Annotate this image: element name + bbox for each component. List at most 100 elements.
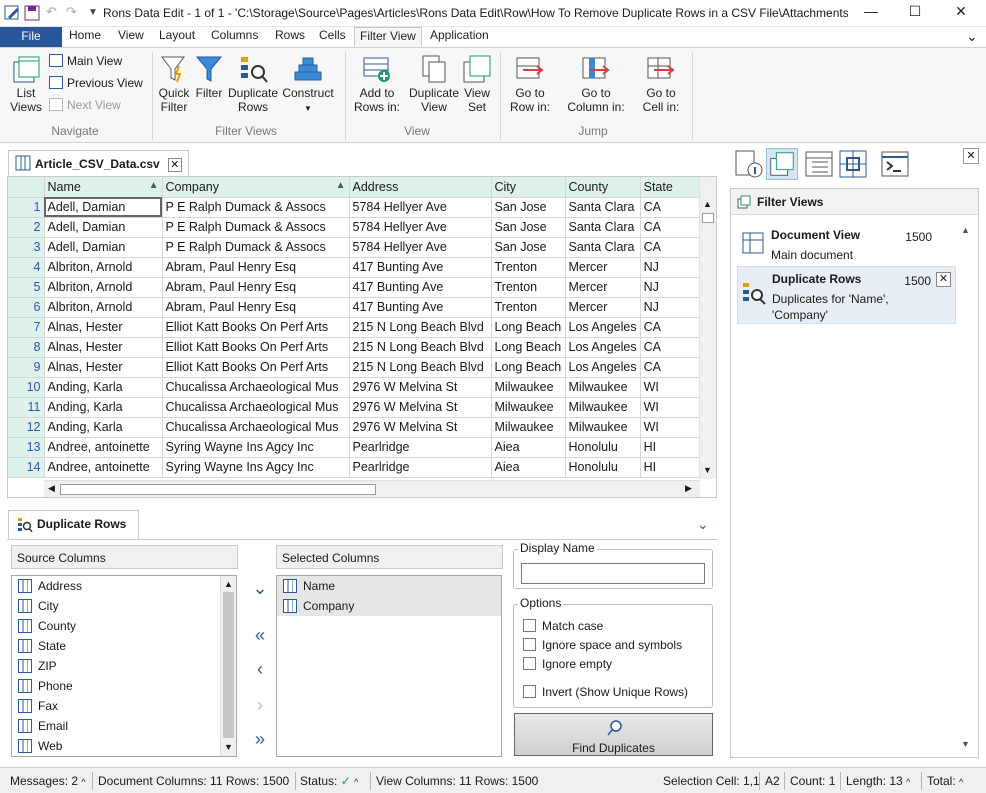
selected-columns-list[interactable]: Name Company (276, 575, 502, 757)
table-row[interactable]: 3 Adell, Damian P E Ralph Dumack & Assocs 5… (8, 237, 703, 258)
scroll-down-icon[interactable]: ▼ (703, 465, 712, 475)
add-button[interactable]: › (248, 693, 272, 717)
row-number[interactable]: 12 (8, 417, 45, 438)
table-cell[interactable]: Elliot Katt Books On Perf Arts (162, 337, 350, 358)
filter-button[interactable]: Filter (193, 54, 225, 100)
table-row[interactable]: 14 Andree, antoinette Syring Wayne Ins Agc… (8, 457, 703, 478)
scroll-up-icon[interactable]: ▲ (224, 579, 233, 589)
minimize-button[interactable]: — (856, 3, 886, 23)
table-cell[interactable]: Mercer (565, 277, 641, 298)
source-columns-list[interactable]: Address City County State ZIP Phone Fax … (11, 575, 237, 757)
table-cell[interactable]: Adell, Damian (44, 237, 163, 258)
tab-home[interactable]: Home (67, 27, 103, 47)
redo-icon[interactable]: ↷ (66, 4, 77, 20)
table-cell[interactable]: Syring Wayne Ins Agcy Inc (162, 437, 350, 458)
table-cell[interactable]: 2976 W Melvina St (349, 417, 492, 438)
table-cell[interactable]: Pearlridge (349, 437, 492, 458)
table-cell[interactable]: 5784 Hellyer Ave (349, 237, 492, 258)
column-header-county[interactable]: County (565, 177, 641, 198)
column-header-company[interactable]: Company ▲ (162, 177, 350, 198)
column-header-city[interactable]: City (491, 177, 566, 198)
find-duplicates-button[interactable]: Find Duplicates (514, 713, 713, 756)
columns-list-icon[interactable] (803, 148, 835, 180)
add-all-button[interactable]: » (248, 727, 272, 751)
table-row[interactable]: 12 Anding, Karla Chucalissa Archaeological… (8, 417, 703, 438)
remove-all-button[interactable]: « (248, 623, 272, 647)
list-item[interactable]: Address (12, 576, 236, 596)
table-cell[interactable]: Milwaukee (565, 377, 641, 398)
table-row[interactable]: 7 Alnas, Hester Elliot Katt Books On Perf … (8, 317, 703, 338)
close-button[interactable]: ✕ (946, 3, 976, 23)
collapse-panel-icon[interactable]: ⌄ (697, 516, 709, 533)
table-cell[interactable]: Adell, Damian (44, 217, 163, 238)
list-item[interactable]: City (12, 596, 236, 616)
table-cell[interactable]: Alnas, Hester (44, 337, 163, 358)
tab-rows[interactable]: Rows (273, 27, 307, 47)
row-number[interactable]: 3 (8, 237, 45, 258)
table-row[interactable]: 2 Adell, Damian P E Ralph Dumack & Assocs 5… (8, 217, 703, 238)
row-number[interactable]: 6 (8, 297, 45, 318)
status-indicator[interactable]: Status: ✓ ^ (300, 774, 358, 788)
table-row[interactable]: 10 Anding, Karla Chucalissa Archaeological… (8, 377, 703, 398)
row-number[interactable]: 8 (8, 337, 45, 358)
table-row[interactable]: 11 Anding, Karla Chucalissa Archaeological… (8, 397, 703, 418)
table-cell[interactable]: WI (640, 397, 703, 418)
table-cell[interactable]: 417 Bunting Ave (349, 257, 492, 278)
list-scrollbar[interactable]: ▲ ▼ (220, 576, 236, 756)
table-cell[interactable]: Abram, Paul Henry Esq (162, 277, 350, 298)
invert-checkbox[interactable]: Invert (Show Unique Rows) (523, 685, 688, 699)
row-number[interactable]: 9 (8, 357, 45, 378)
table-cell[interactable]: HI (640, 437, 703, 458)
cell-view-icon[interactable] (837, 148, 869, 180)
tab-columns[interactable]: Columns (209, 27, 260, 47)
row-number[interactable]: 14 (8, 457, 45, 478)
table-cell[interactable]: 417 Bunting Ave (349, 277, 492, 298)
table-cell[interactable]: CA (640, 337, 703, 358)
tab-file[interactable]: File (0, 27, 62, 47)
scrollbar-thumb[interactable] (702, 213, 714, 223)
table-row[interactable]: 8 Alnas, Hester Elliot Katt Books On Perf … (8, 337, 703, 358)
table-cell[interactable]: 215 N Long Beach Blvd (349, 337, 492, 358)
filter-view-item-duplicate-rows[interactable]: Duplicate Rows 1500 ✕ Duplicates for 'Na… (737, 266, 956, 324)
table-cell[interactable]: 5784 Hellyer Ave (349, 217, 492, 238)
table-cell[interactable]: Trenton (491, 277, 566, 298)
display-name-input[interactable] (521, 563, 705, 584)
table-cell[interactable]: Chucalissa Archaeological Mus (162, 377, 350, 398)
construct-button[interactable]: Construct ▼ (280, 54, 336, 116)
filter-view-item-document[interactable]: Document View 1500 Main document (737, 223, 956, 267)
table-row[interactable]: 5 Albriton, Arnold Abram, Paul Henry Esq 41… (8, 277, 703, 298)
document-tab[interactable]: Article_CSV_Data.csv ✕ (8, 150, 189, 176)
vertical-scrollbar[interactable]: ▲ ▼ (699, 177, 716, 479)
ignore-space-checkbox[interactable]: Ignore space and symbols (523, 638, 682, 652)
table-cell[interactable]: Elliot Katt Books On Perf Arts (162, 357, 350, 378)
table-cell[interactable]: 417 Bunting Ave (349, 297, 492, 318)
table-cell[interactable]: Andree, antoinette (44, 437, 163, 458)
table-cell[interactable]: Alnas, Hester (44, 357, 163, 378)
table-cell[interactable]: Adell, Damian (44, 197, 163, 218)
list-item[interactable]: Fax (12, 696, 236, 716)
table-cell[interactable]: Aiea (491, 457, 566, 478)
list-item[interactable]: State (12, 636, 236, 656)
row-number[interactable]: 10 (8, 377, 45, 398)
row-number[interactable]: 11 (8, 397, 45, 418)
total-status[interactable]: Total: ^ (927, 774, 963, 788)
table-cell[interactable]: Trenton (491, 297, 566, 318)
list-item[interactable]: ZIP (12, 656, 236, 676)
goto-row-button[interactable]: Go to Row in: (505, 54, 555, 114)
save-icon[interactable] (24, 5, 40, 21)
messages-status[interactable]: Messages: 2 ^ (10, 774, 86, 788)
table-cell[interactable]: CA (640, 237, 703, 258)
main-view-button[interactable]: Main View (49, 52, 122, 70)
data-grid[interactable]: Name ▲ Company ▲ Address City County State… (7, 176, 717, 498)
duplicate-rows-button[interactable]: Duplicate Rows (226, 54, 280, 114)
scroll-left-icon[interactable]: ◀ (48, 483, 55, 494)
tab-filter-view[interactable]: Filter View (354, 27, 422, 47)
list-item[interactable]: County (12, 616, 236, 636)
scroll-up-icon[interactable]: ▲ (703, 199, 712, 209)
table-cell[interactable]: Los Angeles (565, 337, 641, 358)
table-cell[interactable]: Chucalissa Archaeological Mus (162, 397, 350, 418)
view-set-button[interactable]: View Set (461, 54, 493, 114)
table-cell[interactable]: Abram, Paul Henry Esq (162, 297, 350, 318)
tab-view[interactable]: View (116, 27, 146, 47)
row-number[interactable]: 2 (8, 217, 45, 238)
